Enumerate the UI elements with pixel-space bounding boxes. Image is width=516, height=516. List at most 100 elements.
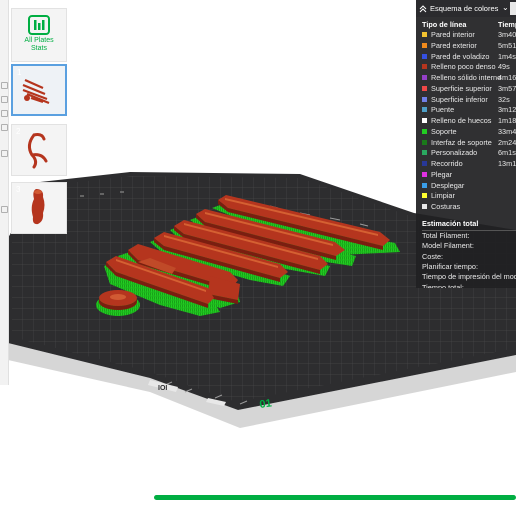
estimate-title: Estimación total: [422, 218, 479, 228]
legend-row: Superficie superior 3m57s: [416, 84, 516, 95]
legend-name: Recorrido: [431, 159, 463, 168]
legend-row: Plegar: [416, 170, 516, 181]
legend-swatch: [422, 193, 427, 199]
toolbar-icon[interactable]: [1, 150, 8, 157]
legend-swatch: [422, 171, 427, 177]
color-scheme-title: Esquema de colores: [430, 4, 499, 13]
estimate-line: Total Filament:: [422, 230, 470, 240]
plate-2-preview: [27, 133, 48, 169]
legend-row: Costuras: [416, 202, 516, 213]
legend-row: Puente 3m12s: [416, 105, 516, 116]
legend-name: Pared interior: [431, 30, 475, 39]
collapse-icon[interactable]: [416, 0, 430, 17]
legend-name: Soporte: [431, 126, 457, 136]
toolbar-icon[interactable]: [1, 82, 8, 89]
legend-row: Relleno sólido interno4m16s: [416, 73, 516, 84]
legend-row: Recorrido 13m1: [416, 159, 516, 170]
legend-swatch: [422, 96, 427, 102]
legend-time: 3m40s: [498, 30, 516, 39]
toolbar-icon[interactable]: [1, 206, 8, 213]
legend-time: 4m16s: [498, 73, 516, 82]
all-plates-stats-button[interactable]: All Plates Stats: [11, 8, 67, 62]
legend-swatch: [422, 107, 427, 113]
legend-swatch: [422, 53, 427, 59]
legend-name: Limpiar: [431, 191, 455, 201]
plate-1-preview: [22, 78, 50, 105]
legend-time: 33m4: [498, 126, 516, 136]
toolbar-icon[interactable]: [1, 96, 8, 103]
estimate-line: Coste:: [422, 251, 444, 261]
legend-name: Puente: [431, 105, 455, 115]
plate-list-panel: All Plates Stats 1 2 3: [9, 4, 71, 240]
legend-row: Interfaz de soporte 2m24s: [416, 138, 516, 149]
legend-row: Soporte 33m4: [416, 127, 516, 138]
stats-label-line2: Stats: [31, 45, 47, 52]
legend-name: Relleno poco denso: [431, 62, 496, 72]
legend-row: Pared interior 3m40s: [416, 30, 516, 41]
legend-time: 3m12s: [498, 105, 516, 115]
svg-text:IOI: IOI: [158, 385, 167, 392]
left-toolbar-strip: [0, 0, 9, 385]
estimate-list: Total Filament: Model Filament: Coste: Plan…: [416, 231, 516, 288]
color-scheme-header[interactable]: Esquema de colores ⌄: [416, 0, 516, 17]
plate-thumbnail-3[interactable]: 3: [11, 182, 67, 234]
chevron-down-icon[interactable]: ⌄: [502, 3, 509, 12]
legend-name: Relleno de huecos: [431, 116, 492, 125]
plate-thumbnail-1[interactable]: 1: [11, 64, 67, 116]
estimate-line: Model Filament:: [422, 241, 474, 251]
legend-time: 2m24s: [498, 137, 516, 147]
legend-swatch: [422, 150, 427, 156]
legend-time: 3m57s: [498, 83, 516, 93]
legend-swatch: [422, 139, 427, 145]
legend-column-headers: Tipo de línea Tiemp: [416, 18, 516, 30]
legend-swatch: [422, 118, 427, 123]
legend-time: 5m51s: [498, 40, 516, 50]
legend-row: Pared exterior 5m51s: [416, 41, 516, 52]
legend-name: Superficie inferior: [431, 94, 488, 104]
legend-name: Pared de voladizo: [431, 51, 490, 61]
legend-row: Relleno de huecos 1m18s: [416, 116, 516, 127]
legend-swatch: [422, 42, 427, 48]
toolbar-icon[interactable]: [1, 110, 8, 117]
legend-time: 6m1s: [498, 148, 516, 158]
legend-swatch: [422, 85, 427, 91]
legend-row: Personalizado 6m1s: [416, 148, 516, 159]
legend-row: Superficie inferior 32s: [416, 95, 516, 106]
legend-row: Desplegar: [416, 181, 516, 192]
legend-time: 1m18s: [498, 116, 516, 125]
column-time: Tiemp: [498, 19, 516, 29]
legend-swatch: [422, 161, 427, 166]
legend-list: Pared interior3m40sPared exterior5m51sPa…: [416, 30, 516, 213]
scheme-dropdown[interactable]: [510, 2, 516, 15]
legend-name: Desplegar: [431, 180, 465, 190]
legend-time: 13m1: [498, 159, 516, 168]
estimate-line: Planificar tiempo:: [422, 261, 478, 271]
legend-name: Personalizado: [431, 148, 478, 158]
stats-icon: [28, 15, 50, 35]
legend-name: Pared exterior: [431, 40, 477, 50]
legend-time: 49s: [498, 62, 510, 72]
legend-swatch: [422, 204, 427, 209]
legend-swatch: [422, 64, 427, 70]
legend-swatch: [422, 75, 427, 80]
legend-name: Interfaz de soporte: [431, 137, 492, 147]
legend-swatch: [422, 182, 427, 188]
legend-time: 1m4s: [498, 51, 516, 61]
legend-row: Limpiar: [416, 191, 516, 202]
column-line-type: Tipo de línea: [422, 19, 467, 29]
toolbar-icon[interactable]: [1, 124, 8, 131]
plate-number-label: 01: [259, 397, 273, 411]
legend-name: Costuras: [431, 202, 461, 211]
legend-time: 32s: [498, 94, 510, 104]
color-scheme-panel: Esquema de colores ⌄ Tipo de línea Tiem p…: [416, 0, 516, 288]
slice-progress-bar: [154, 495, 516, 500]
legend-name: Relleno sólido interno: [431, 73, 502, 82]
stats-label-line1: All Plates: [24, 37, 54, 44]
plate-thumbnail-2[interactable]: 2: [11, 124, 67, 176]
estimate-line: Tiempo total:: [422, 282, 464, 288]
legend-swatch: [422, 128, 427, 134]
plate-3-preview: [31, 189, 45, 225]
legend-swatch: [422, 32, 427, 37]
legend-row: Pared de voladizo 1m4s: [416, 52, 516, 63]
estimate-line: Tiempo de impresión del modelo: [422, 272, 516, 282]
